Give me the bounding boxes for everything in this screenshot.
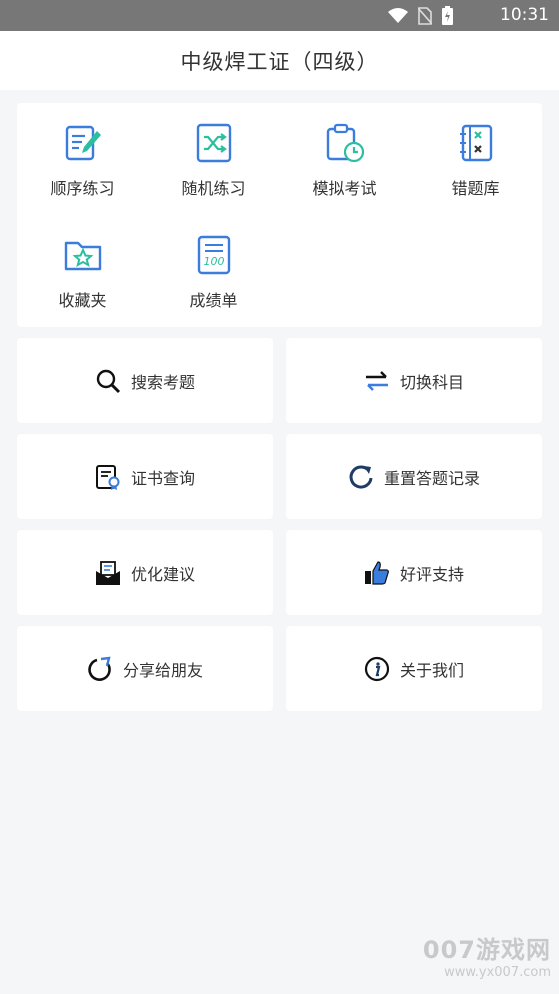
score-sheet-icon: 100: [197, 235, 230, 275]
grid-item-label: 顺序练习: [50, 179, 115, 198]
rate-support-button[interactable]: 好评支持: [286, 530, 542, 615]
grid-item-wrong-answers[interactable]: 错题库: [410, 103, 541, 203]
share-button[interactable]: 分享给朋友: [17, 626, 273, 711]
certificate-icon: [95, 464, 121, 490]
star-folder-icon: [64, 241, 101, 271]
grid-item-label: 收藏夹: [58, 291, 107, 310]
sequential-practice-icon: [65, 125, 101, 161]
grid-item-label: 模拟考试: [312, 179, 377, 198]
status-icons: [388, 6, 453, 25]
search-icon: [95, 368, 121, 394]
thumbs-up-icon: [364, 560, 390, 586]
grid-item-random-practice[interactable]: 随机练习: [148, 103, 279, 203]
feature-grid: 顺序练习 随机练习 模拟考试 错题库 收藏夹 100 成绩单: [17, 103, 542, 327]
watermark-logo: 007游戏网: [422, 936, 551, 964]
battery-icon: [442, 6, 453, 25]
grid-item-score-sheet[interactable]: 100 成绩单: [148, 215, 279, 315]
search-questions-button[interactable]: 搜索考题: [17, 338, 273, 423]
reset-records-button[interactable]: 重置答题记录: [286, 434, 542, 519]
tile-label: 关于我们: [399, 660, 464, 680]
svg-text:100: 100: [203, 255, 224, 268]
tile-label: 搜索考题: [130, 372, 195, 392]
feedback-button[interactable]: 优化建议: [17, 530, 273, 615]
about-us-button[interactable]: 关于我们: [286, 626, 542, 711]
status-bar: 10:31: [0, 0, 559, 31]
tile-label: 重置答题记录: [383, 468, 480, 488]
mail-icon: [95, 560, 121, 586]
reset-icon: [348, 464, 374, 490]
page-title: 中级焊工证（四级）: [180, 49, 379, 74]
wrong-answers-icon: [459, 124, 492, 162]
info-icon: [364, 656, 390, 682]
tile-label: 优化建议: [130, 564, 195, 584]
certificate-query-button[interactable]: 证书查询: [17, 434, 273, 519]
switch-subject-button[interactable]: 切换科目: [286, 338, 542, 423]
status-time: 10:31: [500, 5, 549, 25]
grid-item-favorites[interactable]: 收藏夹: [17, 215, 148, 315]
watermark: 007游戏网 www.yx007.com: [423, 930, 551, 980]
tile-label: 分享给朋友: [122, 660, 203, 680]
swap-icon: [364, 368, 390, 394]
tile-label: 切换科目: [399, 372, 464, 392]
grid-item-mock-exam[interactable]: 模拟考试: [279, 103, 410, 203]
clipboard-clock-icon: [326, 123, 364, 163]
grid-item-label: 随机练习: [181, 179, 246, 198]
no-sim-icon: [418, 6, 432, 25]
grid-item-sequential-practice[interactable]: 顺序练习: [17, 103, 148, 203]
share-icon: [87, 656, 113, 682]
header: 中级焊工证（四级）: [0, 31, 559, 90]
tile-label: 好评支持: [399, 564, 464, 584]
grid-item-label: 错题库: [451, 179, 500, 198]
tile-label: 证书查询: [130, 468, 195, 488]
watermark-url: www.yx007.com: [444, 965, 551, 980]
grid-item-label: 成绩单: [189, 291, 238, 310]
wifi-icon: [388, 7, 408, 23]
shuffle-icon: [196, 123, 231, 163]
